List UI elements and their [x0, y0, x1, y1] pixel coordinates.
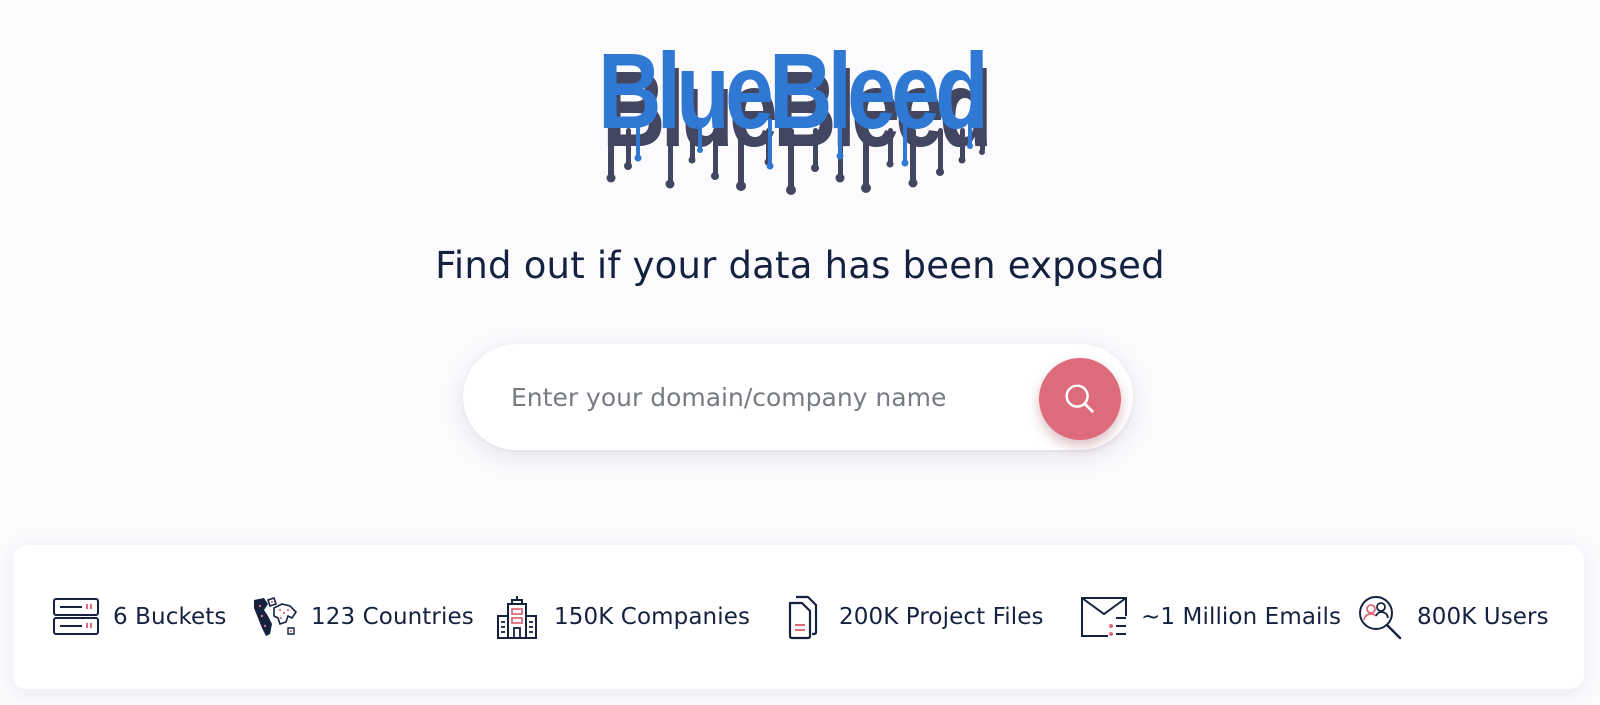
- stat-buckets: 6 Buckets: [52, 545, 227, 689]
- stat-label: 6 Buckets: [113, 604, 227, 630]
- building-icon: [497, 596, 537, 639]
- search-button[interactable]: [1039, 358, 1121, 440]
- stat-countries: 123 Countries: [250, 545, 474, 689]
- stat-users: 800K Users: [1356, 545, 1549, 689]
- search-icon: [1065, 384, 1094, 413]
- users-search-icon: [1359, 596, 1402, 640]
- stat-label: 200K Project Files: [839, 604, 1044, 630]
- stats-bar: 6 Buckets 123 Countries 150K Companies 2…: [13, 545, 1584, 689]
- page: BlueBleed BlueBleed Find out if your dat…: [0, 0, 1600, 705]
- world-map-icon: [254, 596, 298, 636]
- stat-label: 123 Countries: [311, 604, 474, 630]
- server-icon: [53, 598, 99, 635]
- svg-text:BlueBleed: BlueBleed: [598, 30, 984, 151]
- stat-label: ~1 Million Emails: [1141, 604, 1342, 630]
- logo-graphic: BlueBleed BlueBleed: [598, 30, 994, 195]
- domain-search-input[interactable]: [511, 370, 1011, 424]
- envelope-list-icon: [1081, 597, 1127, 637]
- documents-icon: [788, 595, 818, 640]
- stat-emails: ~1 Million Emails: [1080, 545, 1341, 689]
- stat-project-files: 200K Project Files: [778, 545, 1044, 689]
- stat-label: 150K Companies: [554, 604, 751, 630]
- stat-label: 800K Users: [1417, 604, 1549, 630]
- page-headline: Find out if your data has been exposed: [435, 244, 1165, 287]
- stat-companies: 150K Companies: [493, 545, 750, 689]
- bluebleed-logo[interactable]: BlueBleed BlueBleed: [598, 28, 998, 203]
- search-bar: [463, 344, 1133, 450]
